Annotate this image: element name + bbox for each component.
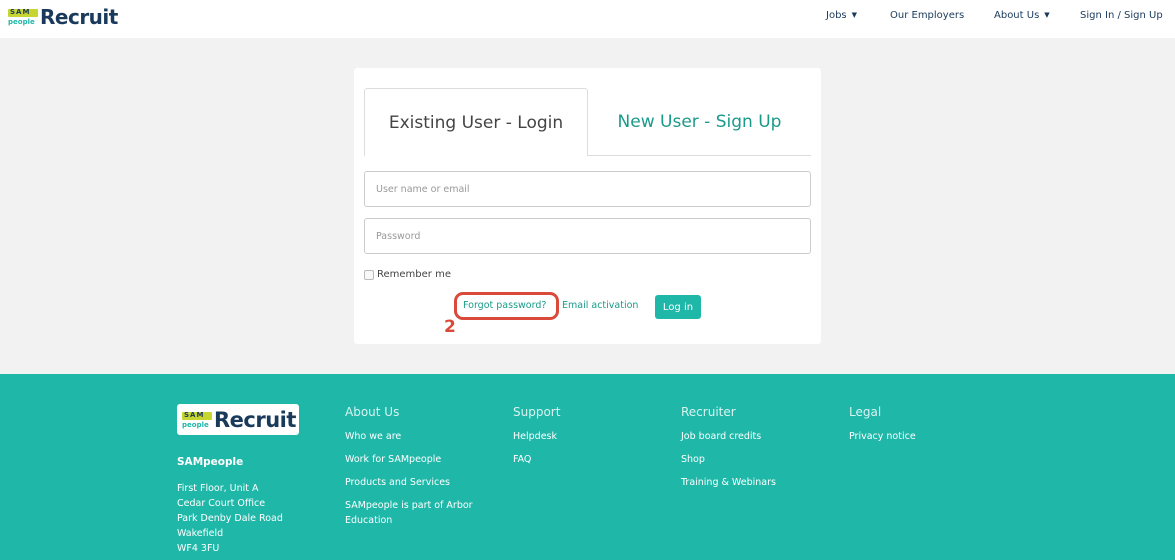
footer: SAM people Recruit SAMpeople First Floor… xyxy=(0,374,1175,560)
footer-link-arbor[interactable]: SAMpeople is part of Arbor Education xyxy=(345,498,495,528)
logo-text: Recruit xyxy=(40,5,118,29)
footer-logo[interactable]: SAM people Recruit xyxy=(177,404,299,435)
footer-link-training[interactable]: Training & Webinars xyxy=(681,475,831,490)
footer-company-name: SAMpeople xyxy=(177,456,244,468)
sampeople-logo-mark: SAM people xyxy=(182,411,212,429)
nav-sign-in[interactable]: Sign In / Sign Up xyxy=(1080,10,1163,21)
login-button[interactable]: Log in xyxy=(655,295,701,319)
caret-down-icon: ▼ xyxy=(851,11,858,19)
footer-link-helpdesk[interactable]: Helpdesk xyxy=(513,429,653,444)
footer-link-who-we-are[interactable]: Who we are xyxy=(345,429,495,444)
tab-existing-user-login[interactable]: Existing User - Login xyxy=(364,88,588,156)
remember-me[interactable]: Remember me xyxy=(364,269,451,280)
remember-checkbox[interactable] xyxy=(364,269,374,280)
password-input[interactable]: Password xyxy=(364,218,811,254)
remember-label: Remember me xyxy=(377,269,451,280)
footer-heading-support: Support xyxy=(513,405,561,419)
footer-heading-recruiter: Recruiter xyxy=(681,405,736,419)
caret-down-icon: ▼ xyxy=(1044,11,1050,19)
footer-address: First Floor, Unit A Cedar Court Office P… xyxy=(177,483,283,554)
footer-link-faq[interactable]: FAQ xyxy=(513,452,653,467)
nav-our-employers[interactable]: Our Employers xyxy=(890,10,964,21)
footer-col-recruiter: Recruiter Job board credits Shop Trainin… xyxy=(681,405,831,498)
username-input[interactable]: User name or email xyxy=(364,171,811,207)
tab-divider xyxy=(588,155,811,156)
footer-link-products[interactable]: Products and Services xyxy=(345,475,495,490)
footer-link-privacy[interactable]: Privacy notice xyxy=(849,429,989,444)
email-activation-link[interactable]: Email activation xyxy=(562,300,638,311)
footer-heading-legal: Legal xyxy=(849,405,882,419)
footer-heading-about: About Us xyxy=(345,405,400,419)
footer-logo-text: Recruit xyxy=(214,407,296,432)
footer-col-legal: Legal Privacy notice xyxy=(849,405,989,452)
footer-col-about: About Us Who we are Work for SAMpeople P… xyxy=(345,405,495,536)
site-logo[interactable]: SAM people Recruit xyxy=(8,5,118,29)
top-navbar: SAM people Recruit Jobs ▼ Our Employers A… xyxy=(0,0,1175,38)
tab-new-user-signup[interactable]: New User - Sign Up xyxy=(588,88,811,156)
footer-link-shop[interactable]: Shop xyxy=(681,452,831,467)
annotation-highlight xyxy=(454,292,559,320)
nav-about-us[interactable]: About Us ▼ xyxy=(994,10,1050,21)
footer-col-support: Support Helpdesk FAQ xyxy=(513,405,653,475)
footer-link-job-board-credits[interactable]: Job board credits xyxy=(681,429,831,444)
login-card: Existing User - Login New User - Sign Up… xyxy=(354,68,821,344)
footer-link-work-for-us[interactable]: Work for SAMpeople xyxy=(345,452,495,467)
nav-jobs[interactable]: Jobs ▼ xyxy=(826,10,857,21)
annotation-number: 2 xyxy=(444,317,456,337)
sampeople-logo-mark: SAM people xyxy=(8,8,38,26)
